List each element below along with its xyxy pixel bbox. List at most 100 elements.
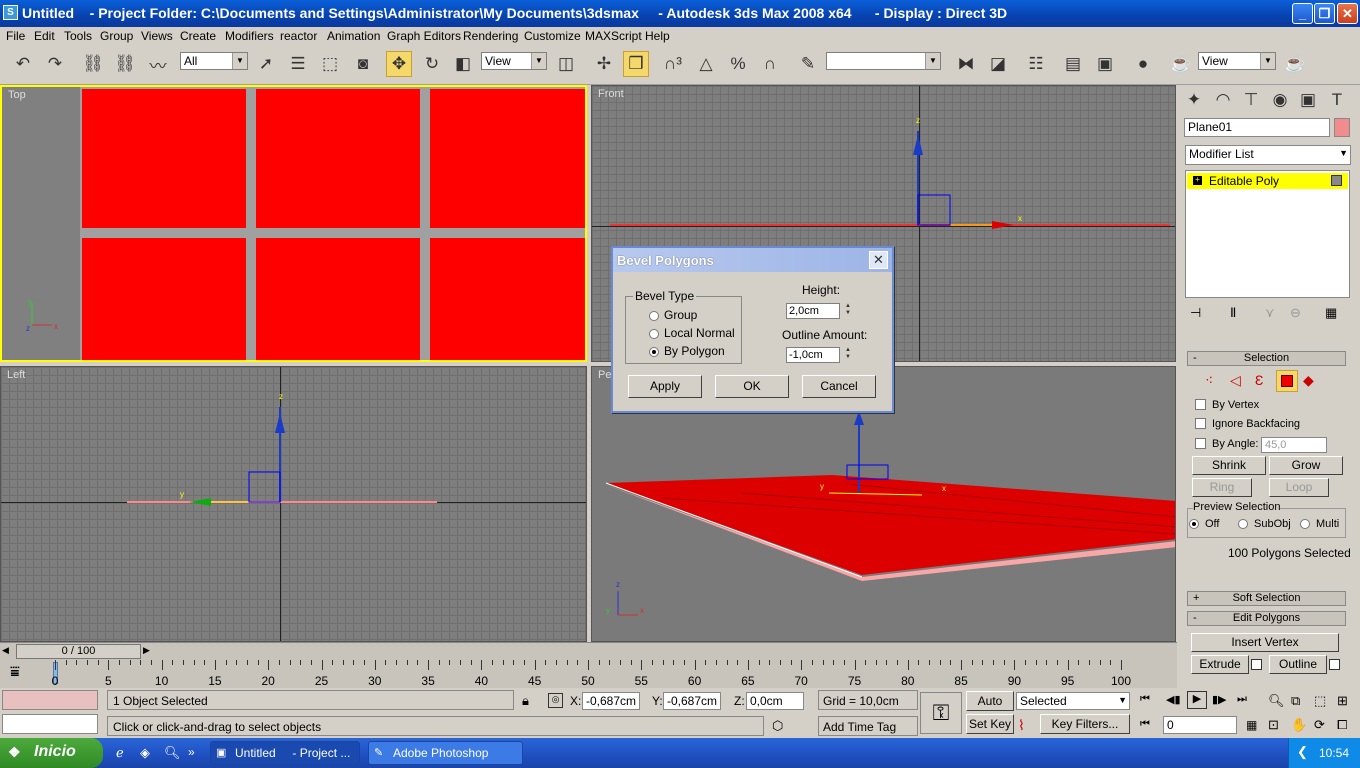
select-by-name-icon[interactable]: ☰	[285, 51, 311, 77]
height-input[interactable]: 2,0cm	[786, 303, 840, 319]
rectangular-selection-icon[interactable]: ⬚	[317, 51, 343, 77]
region-zoom-icon[interactable]: ⊡	[1268, 717, 1279, 733]
extrude-button[interactable]: Extrude	[1191, 655, 1249, 674]
orbit-icon[interactable]: ⟳	[1314, 717, 1325, 733]
menu-file[interactable]: File	[6, 29, 25, 43]
apply-button[interactable]: Apply	[628, 375, 702, 398]
zoom-extents-icon[interactable]: ⬚	[1314, 693, 1326, 709]
outline-amount-spinner[interactable]: ▲ ▼	[843, 347, 853, 363]
time-slider-track[interactable]: ◀ 0 / 100 ▶	[0, 642, 1177, 660]
render-setup-icon[interactable]: ☕	[1168, 51, 1194, 77]
menu-reactor[interactable]: reactor	[280, 29, 317, 43]
taskbar-item-photoshop[interactable]: ✎ Adobe Photoshop	[368, 741, 523, 765]
play-icon[interactable]: ▶	[1187, 691, 1207, 709]
menu-views[interactable]: Views	[141, 29, 173, 43]
menu-modifiers[interactable]: Modifiers	[225, 29, 274, 43]
pin-stack-icon[interactable]: ⊣	[1190, 305, 1201, 321]
preview-off-radio[interactable]	[1189, 519, 1199, 529]
x-coordinate-input[interactable]: -0,687cm	[582, 692, 640, 710]
start-button[interactable]: ❖ Inicio	[0, 738, 103, 768]
menu-group[interactable]: Group	[100, 29, 133, 43]
show-end-result-icon[interactable]: Ⅱ	[1230, 305, 1236, 321]
y-coordinate-input[interactable]: -0,687cm	[663, 692, 721, 710]
viewport-top[interactable]: Top y x z	[0, 85, 587, 362]
named-selection-dropdown[interactable]: ▼	[826, 52, 941, 70]
set-key-button[interactable]: Set Key	[966, 714, 1014, 734]
menu-customize[interactable]: Customize	[524, 29, 581, 43]
border-mode-icon[interactable]: Ɛ	[1255, 372, 1263, 388]
menu-graph-editors[interactable]: Graph Editors	[387, 29, 461, 43]
remove-modifier-icon[interactable]: ⊖	[1290, 305, 1301, 321]
stack-item-editable-poly[interactable]: + Editable Poly	[1187, 173, 1348, 189]
grow-button[interactable]: Grow	[1269, 456, 1343, 475]
add-time-tag-button[interactable]: Add Time Tag	[818, 716, 918, 736]
outline-settings-icon[interactable]	[1329, 659, 1340, 670]
taskbar-item-3dsmax[interactable]: ▣ Untitled - Project ...	[210, 741, 360, 765]
menu-animation[interactable]: Animation	[327, 29, 380, 43]
maxscript-listener-pink[interactable]	[2, 690, 98, 710]
time-tag-icon[interactable]: ⬡	[772, 718, 783, 734]
layer-manager-icon[interactable]: ☷	[1023, 51, 1049, 77]
z-coordinate-input[interactable]: 0,0cm	[746, 692, 804, 710]
zoom-icon[interactable]: 🔍︎	[1268, 693, 1285, 709]
reference-coordinate-dropdown[interactable]: View ▼	[481, 52, 547, 70]
extrude-settings-icon[interactable]	[1251, 659, 1262, 670]
set-key-icon[interactable]: ⚿	[920, 692, 962, 734]
timeline[interactable]: ⩸ 0 5 10 15 20 25 30 35 40 45 50 55 60 65 70 75 80 85 90 95…	[0, 660, 1177, 688]
minimize-button[interactable]: _	[1292, 3, 1313, 24]
open-mini-curve-editor-icon[interactable]: ⩸	[10, 664, 20, 682]
polygon-mode-icon[interactable]	[1276, 370, 1298, 392]
menu-help[interactable]: Help	[645, 29, 670, 43]
tray-back-icon[interactable]: ❮	[1297, 744, 1308, 760]
material-editor-icon[interactable]: ●	[1130, 51, 1156, 77]
outline-button[interactable]: Outline	[1269, 655, 1327, 674]
loop-button[interactable]: Loop	[1269, 478, 1329, 497]
spinner-snap-icon[interactable]: ∩	[757, 51, 783, 77]
time-configuration-icon[interactable]: ▦	[1246, 718, 1257, 732]
ok-button[interactable]: OK	[715, 375, 789, 398]
display-tab-icon[interactable]: ▣	[1295, 87, 1321, 113]
select-and-link-icon[interactable]: ⛓	[80, 51, 106, 77]
preview-subobj-radio[interactable]	[1238, 519, 1248, 529]
key-filters-button[interactable]: Key Filters...	[1040, 714, 1130, 734]
window-crossing-icon[interactable]: ◙	[350, 51, 376, 77]
align-icon[interactable]: ◪	[985, 51, 1011, 77]
go-to-start-icon[interactable]: ⏮	[1140, 693, 1150, 706]
schematic-view-icon[interactable]: ▣	[1092, 51, 1118, 77]
select-and-manipulate-icon[interactable]: ✢	[591, 51, 617, 77]
menu-edit[interactable]: Edit	[34, 29, 55, 43]
expand-icon[interactable]: +	[1193, 176, 1202, 185]
render-view-dropdown[interactable]: View ▼	[1198, 52, 1276, 70]
percent-snap-icon[interactable]: %	[725, 51, 751, 77]
viewport-left[interactable]: Left z y	[0, 366, 587, 642]
configure-modifier-sets-icon[interactable]: ▦	[1325, 305, 1337, 321]
angle-input[interactable]: 45,0	[1261, 437, 1327, 453]
vertex-mode-icon[interactable]: ⁖	[1205, 372, 1213, 389]
current-frame-input[interactable]: 0	[1163, 716, 1237, 734]
maximize-viewport-icon[interactable]: ⧠	[1337, 717, 1347, 733]
edge-mode-icon[interactable]: ◁	[1230, 372, 1241, 389]
quick-render-icon[interactable]: ☕	[1282, 51, 1308, 77]
menu-maxscript[interactable]: MAXScript	[585, 29, 642, 43]
cancel-button[interactable]: Cancel	[802, 375, 876, 398]
preview-multi-radio[interactable]	[1300, 519, 1310, 529]
undo-icon[interactable]: ↶	[10, 51, 36, 77]
select-and-scale-icon[interactable]: ◧	[450, 51, 476, 77]
go-to-end-icon[interactable]: ⏭	[1237, 693, 1247, 706]
zoom-extents-all-icon[interactable]: ⊞	[1337, 693, 1348, 709]
time-slider-thumb[interactable]: 0 / 100	[16, 644, 141, 659]
select-and-move-icon[interactable]: ✥	[386, 51, 412, 77]
shrink-button[interactable]: Shrink	[1192, 456, 1266, 475]
previous-frame-icon[interactable]: ◀▮	[1166, 693, 1181, 706]
key-curve-icon[interactable]: ⌇	[1018, 717, 1025, 734]
radio-group[interactable]	[649, 311, 659, 321]
select-and-rotate-icon[interactable]: ↻	[419, 51, 445, 77]
mirror-icon[interactable]: ⧓	[953, 51, 979, 77]
object-name-input[interactable]: Plane01	[1184, 118, 1330, 137]
radio-local-normal[interactable]	[649, 329, 659, 339]
make-unique-icon[interactable]: ⋎	[1265, 305, 1275, 321]
keyboard-shortcut-override-icon[interactable]: ❒	[623, 51, 649, 77]
absolute-mode-icon[interactable]: ◎	[548, 693, 563, 708]
create-tab-icon[interactable]: ✦	[1181, 87, 1207, 113]
soft-selection-rollout-header[interactable]: + Soft Selection	[1187, 591, 1346, 606]
